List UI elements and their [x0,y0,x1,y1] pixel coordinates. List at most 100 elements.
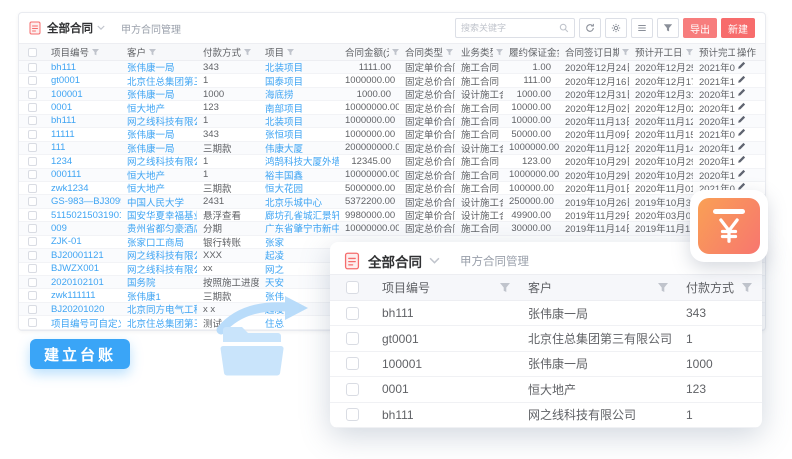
cell-project-no[interactable]: 0001 [374,382,520,396]
table-row[interactable]: 009贵州省都匀豪酒店服务有...分期广东省肇宁市新中医医院...1000000… [19,222,765,235]
filter-icon[interactable] [149,49,156,56]
row-checkbox[interactable] [28,184,37,193]
cell-project[interactable]: 海底捞 [259,87,339,101]
edit-icon[interactable] [737,115,746,124]
cell-project-no[interactable]: ZJK-01 [45,236,121,247]
cell-customer[interactable]: 北京同方电气工程有限公司 [121,302,197,316]
cell-project[interactable]: 北装项目 [259,114,339,128]
row-checkbox[interactable] [28,90,37,99]
edit-icon[interactable] [737,61,746,70]
filter-icon[interactable] [392,49,399,56]
refresh-button[interactable] [579,18,601,38]
cell-project-no[interactable]: 项目编号可自定义 [45,316,121,330]
cell-customer[interactable]: 网之线科技有限公司 [121,262,197,276]
table-row[interactable]: GS-983—BJ30998中国人民大学2431北京乐城中心5372200.00… [19,195,765,208]
row-checkbox[interactable] [28,130,37,139]
cell-customer[interactable]: 张家口工商局 [121,235,197,249]
row-checkbox[interactable] [346,408,359,421]
cell-customer[interactable]: 恒大地产 [121,168,197,182]
table-row[interactable]: 0001恒大地产123南部项目10000000.00固定总价合同施工合同1000… [19,101,765,114]
cell-project-no[interactable]: 009 [45,223,121,234]
filter-button[interactable] [657,18,679,38]
filter-icon[interactable] [446,49,453,56]
cell-project-no[interactable]: BJWZX001 [45,263,121,274]
row-checkbox[interactable] [28,211,37,220]
table-row[interactable]: bh111网之线科技有限公司1 [330,403,762,428]
cell-project[interactable]: 天安 [259,275,339,289]
cell-project[interactable]: 裕丰国鑫 [259,168,339,182]
edit-icon[interactable] [737,155,746,164]
col-header-deposit[interactable]: 履约保证金金额(元 [503,44,559,60]
row-checkbox[interactable] [28,305,37,314]
table-row[interactable]: bh111张伟康一局343 [330,301,762,326]
cell-project[interactable]: 国泰项目 [259,74,339,88]
table-row[interactable]: bh111张伟康一局343北装项目1111.00固定单价合同施工合同1.0020… [19,61,765,74]
cell-customer[interactable]: 张伟康一局 [520,305,678,322]
filter-icon[interactable] [686,49,693,56]
table-row[interactable]: gt0001北京住总集团第三有限公司1国泰项目1000000.00固定总价合同施… [19,74,765,87]
col-header-business-type[interactable]: 业务类型 [455,44,503,60]
cell-customer[interactable]: 恒大地产 [121,101,197,115]
row-checkbox[interactable] [346,332,359,345]
cell-project-no[interactable]: bh111 [374,306,520,320]
cell-customer[interactable]: 国务院 [121,275,197,289]
row-checkbox[interactable] [28,251,37,260]
col-header-customer[interactable]: 客户 [121,44,197,60]
cell-project[interactable]: 廊坊孔雀城汇景轩 [259,208,339,222]
cell-project-no[interactable]: 2020102101 [45,277,121,288]
filter-icon[interactable] [658,283,668,293]
table-row[interactable]: 111张伟康一局三期款伟康大厦200000000.00固定总价合同设计施工合同1… [19,142,765,155]
row-checkbox[interactable] [28,157,37,166]
cell-customer[interactable]: 张伟康一局 [121,60,197,74]
cell-project-no[interactable]: bh111 [45,62,121,73]
row-checkbox[interactable] [28,116,37,125]
row-checkbox[interactable] [28,76,37,85]
filter-icon[interactable] [287,49,294,56]
overlay-col-header-project-no[interactable]: 项目编号 [374,275,520,300]
cell-customer[interactable]: 张伟康1 [121,289,197,303]
edit-icon[interactable] [737,75,746,84]
cell-customer[interactable]: 网之线科技有限公司 [121,154,197,168]
cell-project-no[interactable]: zwk111111 [45,290,121,301]
cell-customer[interactable]: 北京住总集团第三有限公司 [121,74,197,88]
search-input[interactable] [461,23,559,33]
cell-customer[interactable]: 张伟康一局 [520,355,678,372]
overlay-col-header-customer[interactable]: 客户 [520,275,678,300]
cell-project-no[interactable]: gt0001 [45,75,121,86]
row-checkbox[interactable] [28,264,37,273]
cell-project[interactable]: 张家 [259,235,339,249]
filter-icon[interactable] [622,49,629,56]
col-header-finish-date[interactable]: 预计完工日期 [693,44,735,60]
filter-icon[interactable] [496,49,503,56]
table-row[interactable]: 000111恒大地产1裕丰国鑫10000000.00固定总价合同施工合同1000… [19,169,765,182]
col-header-start-date[interactable]: 预计开工日期 [629,44,693,60]
col-header-payment[interactable]: 付款方式 [197,44,259,60]
cell-project-no[interactable]: 0001 [45,102,121,113]
chevron-down-icon[interactable] [97,25,105,31]
cell-project-no[interactable]: gt0001 [374,332,520,346]
overlay-breadcrumb[interactable]: 甲方合同管理 [460,253,529,269]
table-row[interactable]: gt0001北京住总集团第三有限公司1 [330,326,762,351]
row-checkbox[interactable] [346,357,359,370]
row-checkbox[interactable] [28,143,37,152]
cell-project[interactable]: 鸿鹄科技大厦外墙施工项目 [259,154,339,168]
cell-customer[interactable]: 中国人民大学 [121,195,197,209]
cell-customer[interactable]: 网之线科技有限公司 [121,114,197,128]
filter-icon[interactable] [244,49,251,56]
col-header-actions[interactable]: 操作 [735,44,759,60]
edit-icon[interactable] [737,102,746,111]
edit-icon[interactable] [737,88,746,97]
table-row[interactable]: 5115021503190101国安华夏幸福基业房地产...悬浮查看廊坊孔雀城汇… [19,209,765,222]
table-row[interactable]: 100001张伟康一局1000海底捞1000.00固定总价合同设计施工合同100… [19,88,765,101]
row-checkbox[interactable] [28,170,37,179]
select-all-checkbox[interactable] [28,48,37,57]
col-header-amount[interactable]: 合同金额(元) [339,44,399,60]
cell-project[interactable]: 广东省肇宁市新中医医院... [259,221,339,235]
cell-customer[interactable]: 张伟康一局 [121,141,197,155]
columns-button[interactable] [631,18,653,38]
select-all-checkbox[interactable] [346,281,359,294]
cell-project[interactable]: 南部项目 [259,101,339,115]
table-row[interactable]: bh111网之线科技有限公司1北装项目1000000.00固定单价合同施工合同1… [19,115,765,128]
cell-customer[interactable]: 国安华夏幸福基业房地产... [121,208,197,222]
col-header-sign-date[interactable]: 合同签订日期 [559,44,629,60]
